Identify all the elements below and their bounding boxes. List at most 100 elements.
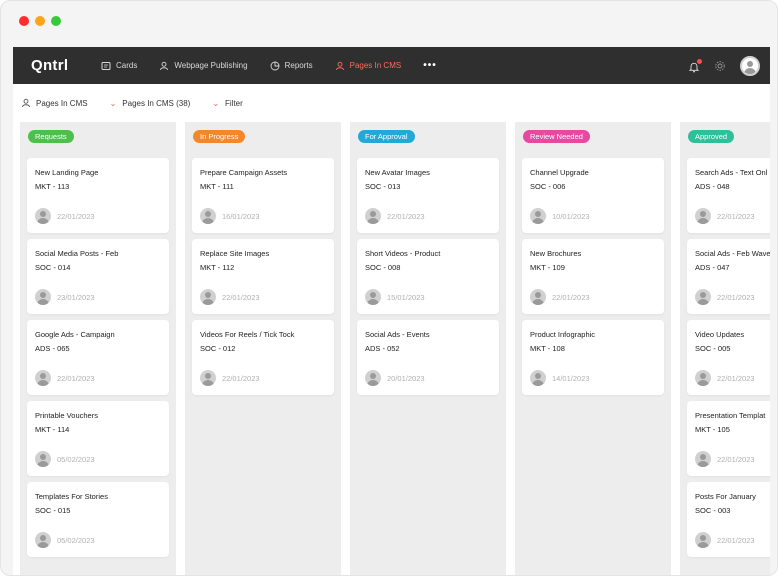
card-date: 22/01/2023: [717, 455, 755, 464]
card-title: Social Ads - Events: [365, 330, 430, 339]
card[interactable]: Video Updates SOC - 005 22/01/2023: [687, 320, 770, 395]
card-id: ADS - 047: [695, 263, 730, 272]
card-date: 22/01/2023: [387, 212, 425, 221]
card-id: MKT - 112: [200, 263, 235, 272]
card-id: SOC - 015: [35, 506, 71, 515]
status-pill: Review Needed: [523, 129, 590, 143]
avatar: [530, 208, 546, 224]
card-date: 22/01/2023: [57, 212, 95, 221]
card[interactable]: Social Media Posts - Feb SOC - 014 23/01/2…: [27, 239, 169, 314]
reports-icon: [270, 61, 280, 70]
nav-item-cards[interactable]: Cards: [101, 61, 137, 71]
avatar: [365, 208, 381, 224]
notification-badge: [697, 58, 702, 64]
card-date: 05/02/2023: [57, 455, 95, 464]
card[interactable]: Product Infographic MKT - 108 14/01/2023: [522, 320, 664, 395]
chevron-down-icon: ⌄: [212, 98, 220, 108]
close-window-button[interactable]: [19, 16, 29, 26]
card-date: 23/01/2023: [57, 293, 95, 302]
card[interactable]: Videos For Reels / Tick Tock SOC - 012 22/…: [192, 320, 334, 395]
card[interactable]: Social Ads - Feb Wave ADS - 047 22/01/2023: [687, 239, 770, 314]
avatar: [35, 208, 51, 224]
card-title: Product Infographic: [530, 330, 596, 339]
card[interactable]: New Brochures MKT - 109 22/01/2023: [522, 239, 664, 314]
card[interactable]: Presentation Templat MKT - 105 22/01/2023: [687, 401, 770, 476]
avatar: [365, 370, 381, 386]
filter-button[interactable]: ⌄ Filter: [212, 99, 242, 108]
card-id: MKT - 113: [35, 182, 70, 191]
avatar: [200, 289, 216, 305]
card-date: 22/01/2023: [552, 293, 590, 302]
status-pill: Requests: [28, 129, 74, 143]
nav-item-reports[interactable]: Reports: [270, 61, 313, 71]
card[interactable]: Google Ads - Campaign ADS - 065 22/01/2023: [27, 320, 169, 395]
kanban-board: Requests New Landing Page MKT - 113 22/01/…: [13, 122, 770, 575]
card[interactable]: Posts For January SOC - 003 22/01/2023: [687, 482, 770, 557]
card[interactable]: Short Videos - Product SOC - 008 15/01/202…: [357, 239, 499, 314]
nav-item-label: Reports: [284, 61, 313, 70]
card-date: 22/01/2023: [222, 374, 260, 383]
view-toolbar: Pages In CMS ⌄ Pages In CMS (38) ⌄ Filte…: [13, 84, 770, 122]
nav-item-label: Pages In CMS: [349, 61, 402, 70]
avatar: [695, 532, 711, 548]
card[interactable]: Social Ads - Events ADS - 052 20/01/2023: [357, 320, 499, 395]
minimize-window-button[interactable]: [35, 16, 45, 26]
gear-icon[interactable]: [714, 60, 726, 72]
avatar: [695, 208, 711, 224]
view-selector-label: Pages In CMS: [36, 98, 88, 108]
view-selector[interactable]: Pages In CMS: [21, 98, 88, 108]
avatar: [530, 370, 546, 386]
more-menu-button[interactable]: •••: [423, 60, 437, 71]
card-date: 10/01/2023: [552, 212, 590, 221]
card-id: ADS - 048: [695, 182, 730, 191]
card-id: SOC - 008: [365, 263, 401, 272]
maximize-window-button[interactable]: [51, 16, 61, 26]
avatar: [35, 370, 51, 386]
card-title: Printable Vouchers: [35, 411, 98, 420]
card-title: Short Videos - Product: [365, 249, 441, 258]
header-actions: [688, 47, 760, 84]
card-id: ADS - 052: [365, 344, 400, 353]
card-date: 14/01/2023: [552, 374, 590, 383]
card-date: 22/01/2023: [222, 293, 260, 302]
avatar: [695, 370, 711, 386]
card-title: Templates For Stories: [35, 492, 108, 501]
card[interactable]: New Landing Page MKT - 113 22/01/2023: [27, 158, 169, 233]
notifications-button[interactable]: [688, 58, 702, 72]
card[interactable]: Templates For Stories SOC - 015 05/02/2023: [27, 482, 169, 557]
nav-item-label: Cards: [116, 61, 138, 70]
column-for-approval: For Approval New Avatar Images SOC - 013 2…: [350, 122, 506, 575]
card[interactable]: Replace Site Images MKT - 112 22/01/2023: [192, 239, 334, 314]
card-title: New Avatar Images: [365, 168, 430, 177]
card-id: MKT - 114: [35, 425, 70, 434]
card-date: 22/01/2023: [717, 374, 755, 383]
card-title: Social Media Posts - Feb: [35, 249, 119, 258]
card-id: SOC - 005: [695, 344, 731, 353]
status-pill: In Progress: [193, 129, 246, 143]
card-id: SOC - 003: [695, 506, 731, 515]
card[interactable]: Channel Upgrade SOC - 006 10/01/2023: [522, 158, 664, 233]
status-pill: For Approval: [358, 129, 415, 143]
card-date: 15/01/2023: [387, 293, 425, 302]
nav-item-webpage-publishing[interactable]: Webpage Publishing: [159, 61, 248, 71]
card[interactable]: New Avatar Images SOC - 013 22/01/2023: [357, 158, 499, 233]
card-date: 05/02/2023: [57, 536, 95, 545]
nav-item-label: Webpage Publishing: [174, 61, 248, 70]
card[interactable]: Printable Vouchers MKT - 114 05/02/2023: [27, 401, 169, 476]
nav-item-pages-in-cms[interactable]: Pages In CMS: [335, 61, 402, 71]
user-avatar[interactable]: [740, 55, 760, 76]
avatar: [35, 289, 51, 305]
card-id: SOC - 006: [530, 182, 566, 191]
status-pill: Approved: [688, 129, 735, 143]
card-id: MKT - 109: [530, 263, 565, 272]
card[interactable]: Prepare Campaign Assets MKT - 111 16/01/20…: [192, 158, 334, 233]
card-title: Google Ads - Campaign: [35, 330, 115, 339]
app-content: Qntrl Cards Webpage Publishing Reports P…: [13, 47, 770, 575]
card-title: Replace Site Images: [200, 249, 270, 258]
card-date: 22/01/2023: [57, 374, 95, 383]
card[interactable]: Search Ads - Text Onl ADS - 048 22/01/2023: [687, 158, 770, 233]
app-logo[interactable]: Qntrl: [31, 57, 101, 74]
filter-view-dropdown[interactable]: ⌄ Pages In CMS (38): [110, 99, 191, 108]
card-id: SOC - 012: [200, 344, 236, 353]
avatar: [35, 451, 51, 467]
